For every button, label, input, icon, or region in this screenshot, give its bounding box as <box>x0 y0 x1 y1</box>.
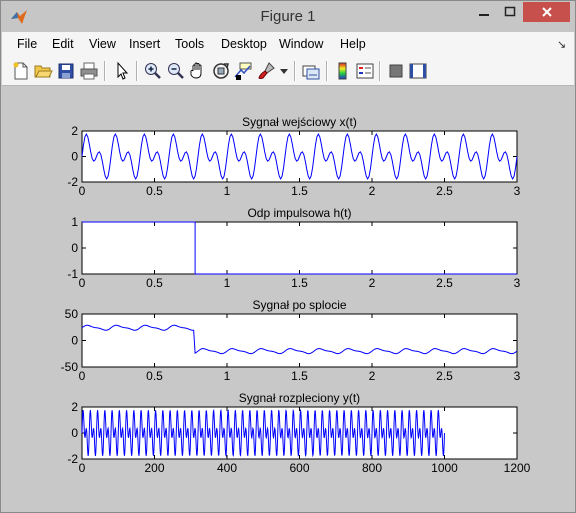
plots-svg: Sygnał wejściowy x(t)0 0.5 1 1.5 2 2.5 320-2Od… <box>61 115 531 475</box>
y-tick-label: 2 <box>71 124 78 138</box>
y-tick-label: -1 <box>67 267 78 281</box>
x-tick-label: 3 <box>514 276 521 290</box>
x-tick-label: 0.5 <box>146 184 163 198</box>
y-tick-label: -2 <box>67 175 78 189</box>
maximize-button[interactable] <box>497 2 523 22</box>
menu-file[interactable]: File <box>17 37 37 51</box>
menu-edit[interactable]: Edit <box>52 37 74 51</box>
x-tick-label: 3 <box>514 184 521 198</box>
x-tick-label: 2.5 <box>436 369 453 383</box>
x-tick-label: 1.5 <box>291 369 308 383</box>
open-file-icon[interactable] <box>33 61 53 81</box>
title-bar[interactable]: Figure 1 <box>1 1 575 32</box>
toolbar-separator <box>326 61 328 81</box>
y-tick-label: 0 <box>71 150 78 164</box>
y-tick-label: -50 <box>61 360 79 374</box>
plot-title: Sygnał rozpleciony y(t) <box>239 391 360 405</box>
menu-window[interactable]: Window <box>279 37 323 51</box>
x-tick-label: 0 <box>79 461 86 475</box>
x-tick-label: 2.5 <box>436 184 453 198</box>
x-tick-label: 1 <box>224 184 231 198</box>
menu-tools[interactable]: Tools <box>175 37 204 51</box>
x-tick-label: 2.5 <box>436 276 453 290</box>
x-tick-label: 0 <box>79 369 86 383</box>
x-tick-label: 3 <box>514 369 521 383</box>
insert-legend-icon[interactable] <box>355 61 375 81</box>
toolbar-separator <box>294 61 296 81</box>
x-tick-label: 0 <box>79 276 86 290</box>
print-icon[interactable] <box>79 61 99 81</box>
y-tick-label: 0 <box>71 334 78 348</box>
figure-toolbar <box>2 57 574 86</box>
close-icon <box>541 7 552 17</box>
y-tick-label: 2 <box>71 400 78 414</box>
zoom-out-icon[interactable] <box>166 61 186 81</box>
menu-view[interactable]: View <box>89 37 116 51</box>
x-tick-label: 1.5 <box>291 184 308 198</box>
plot-title: Odp impulsowa h(t) <box>247 206 351 220</box>
axes-2 <box>81 221 518 275</box>
x-tick-label: 800 <box>362 461 382 475</box>
toolbar-separator <box>136 61 138 81</box>
x-tick-label: 600 <box>289 461 309 475</box>
y-tick-label: 0 <box>71 426 78 440</box>
minimize-button[interactable] <box>471 2 497 22</box>
x-tick-label: 1 <box>224 276 231 290</box>
figure-canvas: Sygnał wejściowy x(t) 0 0.5 1 1.5 2 2.5 3 2 0 -2 Od… <box>2 86 574 512</box>
x-tick-label: 0.5 <box>146 369 163 383</box>
brush-icon[interactable] <box>257 61 277 81</box>
y-tick-label: 50 <box>65 307 79 321</box>
x-tick-label: 2 <box>369 369 376 383</box>
x-tick-label: 200 <box>144 461 164 475</box>
menu-bar: File Edit View Insert Tools Desktop Wind… <box>2 32 574 57</box>
axes-3 <box>81 313 518 368</box>
x-tick-label: 1200 <box>504 461 531 475</box>
figure-window: Figure 1 File Edit View Insert Tools Des… <box>0 0 576 513</box>
x-tick-label: 0 <box>79 184 86 198</box>
brush-dropdown-icon[interactable] <box>280 69 288 75</box>
toolbar-separator <box>379 61 381 81</box>
plot-title: Sygnał po splocie <box>252 298 346 312</box>
rotate-3d-icon[interactable] <box>211 61 231 81</box>
x-tick-label: 1 <box>224 369 231 383</box>
new-figure-icon[interactable] <box>11 61 31 81</box>
zoom-in-icon[interactable] <box>143 61 163 81</box>
edit-plot-arrow-icon[interactable] <box>112 61 132 81</box>
x-tick-label: 2 <box>369 276 376 290</box>
link-plot-icon[interactable] <box>301 61 321 81</box>
maximize-icon <box>504 6 516 17</box>
y-tick-label: 1 <box>71 215 78 229</box>
hide-plot-tools-icon[interactable] <box>386 61 406 81</box>
y-tick-label: 0 <box>71 241 78 255</box>
minimize-icon <box>479 14 489 16</box>
menu-insert[interactable]: Insert <box>129 37 160 51</box>
menu-help[interactable]: Help <box>340 37 366 51</box>
data-cursor-icon[interactable] <box>233 61 253 81</box>
close-button[interactable] <box>523 2 570 22</box>
toolbar-separator <box>104 61 106 81</box>
save-icon[interactable] <box>56 61 76 81</box>
dock-figure-button[interactable]: ↘ <box>557 38 566 51</box>
x-tick-label: 1000 <box>431 461 458 475</box>
x-tick-label: 2 <box>369 184 376 198</box>
pan-hand-icon[interactable] <box>188 61 208 81</box>
insert-colorbar-icon[interactable] <box>333 61 353 81</box>
y-tick-label: -2 <box>67 452 78 466</box>
show-plot-tools-icon[interactable] <box>408 61 428 81</box>
plot-title: Sygnał wejściowy x(t) <box>242 115 357 129</box>
x-tick-label: 0.5 <box>146 276 163 290</box>
menu-desktop[interactable]: Desktop <box>221 37 267 51</box>
x-tick-label: 1.5 <box>291 276 308 290</box>
x-tick-label: 400 <box>217 461 237 475</box>
